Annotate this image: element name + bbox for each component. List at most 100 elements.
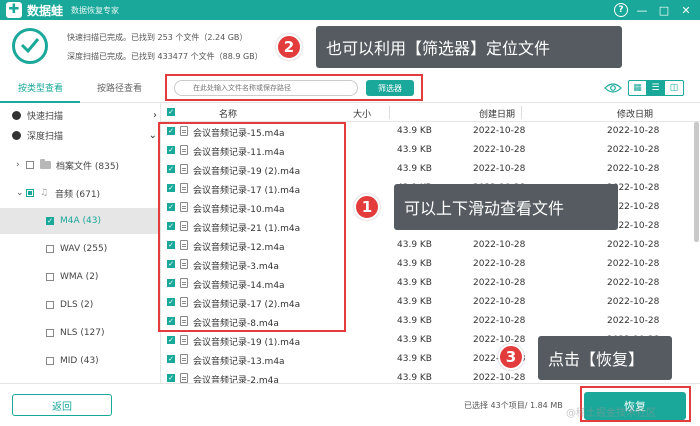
deep-scan-radio-icon bbox=[12, 130, 21, 140]
audio-file-icon bbox=[180, 259, 188, 269]
tree-item-mid[interactable]: MID (43) bbox=[0, 348, 161, 374]
row-checkbox[interactable]: ✓ bbox=[167, 279, 175, 287]
m4a-checkbox[interactable]: ✓ bbox=[46, 217, 54, 225]
wma-checkbox[interactable] bbox=[46, 273, 54, 281]
audio-icon: ♫ bbox=[40, 188, 49, 198]
row-checkbox[interactable]: ✓ bbox=[167, 203, 175, 211]
tree-item-audio[interactable]: ⌄ ♫ 音频 (671) bbox=[0, 180, 161, 206]
search-input[interactable] bbox=[174, 80, 358, 96]
table-scrollbar[interactable] bbox=[694, 122, 699, 242]
row-checkbox[interactable]: ✓ bbox=[167, 146, 175, 154]
minimize-icon[interactable]: — bbox=[634, 2, 650, 18]
quick-scan-node[interactable]: 快速扫描 › bbox=[0, 105, 161, 125]
table-row[interactable]: ✓ 会议音频记录-19 (2).m4a 43.9 KB 2022-10-28 2022-… bbox=[161, 160, 700, 179]
file-modified-date: 2022-10-28 bbox=[607, 316, 660, 326]
grid-view-icon[interactable]: ▦ bbox=[629, 81, 647, 95]
collapse-arrow-icon[interactable]: ⌄ bbox=[16, 188, 26, 198]
dls-checkbox[interactable] bbox=[46, 301, 54, 309]
file-created-date: 2022-10-28 bbox=[473, 278, 526, 288]
audio-file-icon bbox=[180, 221, 188, 231]
row-checkbox[interactable]: ✓ bbox=[167, 165, 175, 173]
file-created-date: 2022-10-28 bbox=[473, 316, 526, 326]
wav-checkbox[interactable] bbox=[46, 245, 54, 253]
expand-arrow-icon[interactable]: › bbox=[16, 160, 26, 170]
window-controls: ? — □ ✕ bbox=[614, 2, 694, 18]
audio-file-icon bbox=[180, 316, 188, 326]
row-checkbox[interactable]: ✓ bbox=[167, 260, 175, 268]
column-size[interactable]: 大小 bbox=[353, 107, 371, 120]
list-view-icon[interactable]: ☰ bbox=[647, 81, 665, 95]
row-checkbox[interactable]: ✓ bbox=[167, 298, 175, 306]
audio-file-icon bbox=[180, 145, 188, 155]
tree-item-m4a-label: M4A (43) bbox=[60, 216, 101, 226]
maximize-icon[interactable]: □ bbox=[656, 2, 672, 18]
row-checkbox[interactable]: ✓ bbox=[167, 127, 175, 135]
file-created-date: 2022-10-28 bbox=[473, 335, 526, 345]
annotation-3-badge: 3 bbox=[498, 344, 524, 370]
table-row[interactable]: ✓ 会议音频记录-14.m4a 43.9 KB 2022-10-28 2022-10-2… bbox=[161, 274, 700, 293]
toolbar: 按类型查看 按路径查看 筛选器 ▦ ☰ ◫ bbox=[0, 72, 700, 103]
file-size: 43.9 KB bbox=[397, 164, 432, 174]
quick-scan-status: 快速扫描已完成。已找到 253 个文件（2.24 GB） bbox=[67, 33, 248, 42]
audio-checkbox[interactable] bbox=[26, 189, 34, 197]
table-row[interactable]: ✓ 会议音频记录-15.m4a 43.9 KB 2022-10-28 2022-10-2… bbox=[161, 122, 700, 141]
file-size: 43.9 KB bbox=[397, 240, 432, 250]
tree-item-audio-label: 音频 (671) bbox=[55, 189, 101, 200]
table-row[interactable]: ✓ 会议音频记录-17 (2).m4a 43.9 KB 2022-10-28 2022-… bbox=[161, 293, 700, 312]
file-modified-date: 2022-10-28 bbox=[607, 240, 660, 250]
row-checkbox[interactable]: ✓ bbox=[167, 184, 175, 192]
audio-file-icon bbox=[180, 240, 188, 250]
row-checkbox[interactable]: ✓ bbox=[167, 374, 175, 382]
close-icon[interactable]: ✕ bbox=[678, 2, 694, 18]
selection-summary: 已选择 43个项目/ 1.84 MB bbox=[464, 401, 563, 410]
file-name: 会议音频记录-12.m4a bbox=[193, 243, 285, 253]
tab-by-type[interactable]: 按类型查看 bbox=[18, 81, 63, 94]
file-size: 43.9 KB bbox=[397, 259, 432, 269]
row-checkbox[interactable]: ✓ bbox=[167, 355, 175, 363]
category-sidebar: 快速扫描 › 深度扫描 ⌄ › 档案文件 (835) ⌄ ♫ 音频 (671) … bbox=[0, 103, 161, 383]
tree-item-dls[interactable]: DLS (2) bbox=[0, 292, 161, 318]
audio-file-icon bbox=[180, 335, 188, 345]
tree-item-wma-label: WMA (2) bbox=[60, 272, 99, 282]
file-name: 会议音频记录-10.m4a bbox=[193, 205, 285, 215]
file-created-date: 2022-10-28 bbox=[473, 240, 526, 250]
file-modified-date: 2022-10-28 bbox=[607, 126, 660, 136]
preview-eye-icon[interactable] bbox=[604, 82, 622, 94]
row-checkbox[interactable]: ✓ bbox=[167, 222, 175, 230]
file-name: 会议音频记录-19 (1).m4a bbox=[193, 338, 301, 348]
row-checkbox[interactable]: ✓ bbox=[167, 336, 175, 344]
file-modified-date: 2022-10-28 bbox=[607, 164, 660, 174]
tree-item-wav[interactable]: WAV (255) bbox=[0, 236, 161, 262]
app-subtitle: 数据恢复专家 bbox=[71, 5, 120, 15]
app-name: 数据蛙 bbox=[27, 3, 64, 18]
table-row[interactable]: ✓ 会议音频记录-3.m4a 43.9 KB 2022-10-28 2022-10-28 bbox=[161, 255, 700, 274]
annotation-3-callout: 点击【恢复】 bbox=[538, 336, 672, 380]
file-size: 43.9 KB bbox=[397, 354, 432, 364]
tree-item-mid-label: MID (43) bbox=[60, 356, 99, 366]
file-name: 会议音频记录-17 (2).m4a bbox=[193, 300, 301, 310]
select-all-checkbox[interactable]: ✓ bbox=[167, 108, 175, 116]
table-row[interactable]: ✓ 会议音频记录-11.m4a 43.9 KB 2022-10-28 2022-10-2… bbox=[161, 141, 700, 160]
tree-item-documents[interactable]: › 档案文件 (835) bbox=[0, 152, 161, 178]
deep-scan-node[interactable]: 深度扫描 ⌄ bbox=[0, 125, 161, 145]
tree-item-m4a[interactable]: ✓ M4A (43) bbox=[0, 208, 161, 234]
column-created[interactable]: 创建日期 bbox=[479, 107, 515, 120]
documents-checkbox[interactable] bbox=[26, 161, 34, 169]
table-row[interactable]: ✓ 会议音频记录-12.m4a 43.9 KB 2022-10-28 2022-10-2… bbox=[161, 236, 700, 255]
tree-item-nls[interactable]: NLS (127) bbox=[0, 320, 161, 346]
deep-scan-status: 深度扫描已完成。已找到 433477 个文件（88.9 GB） bbox=[67, 52, 263, 61]
mid-checkbox[interactable] bbox=[46, 357, 54, 365]
help-icon[interactable]: ? bbox=[614, 3, 628, 17]
tree-item-wma[interactable]: WMA (2) bbox=[0, 264, 161, 290]
back-button[interactable]: 返回 bbox=[12, 394, 112, 416]
column-modified[interactable]: 修改日期 bbox=[617, 107, 653, 120]
audio-file-icon bbox=[180, 373, 188, 383]
row-checkbox[interactable]: ✓ bbox=[167, 317, 175, 325]
table-row[interactable]: ✓ 会议音频记录-8.m4a 43.9 KB 2022-10-28 2022-10-28 bbox=[161, 312, 700, 331]
column-name[interactable]: 名称 bbox=[219, 107, 237, 120]
nls-checkbox[interactable] bbox=[46, 329, 54, 337]
tab-by-path[interactable]: 按路径查看 bbox=[97, 81, 142, 94]
filter-button[interactable]: 筛选器 bbox=[366, 80, 414, 96]
detail-view-icon[interactable]: ◫ bbox=[665, 81, 683, 95]
row-checkbox[interactable]: ✓ bbox=[167, 241, 175, 249]
